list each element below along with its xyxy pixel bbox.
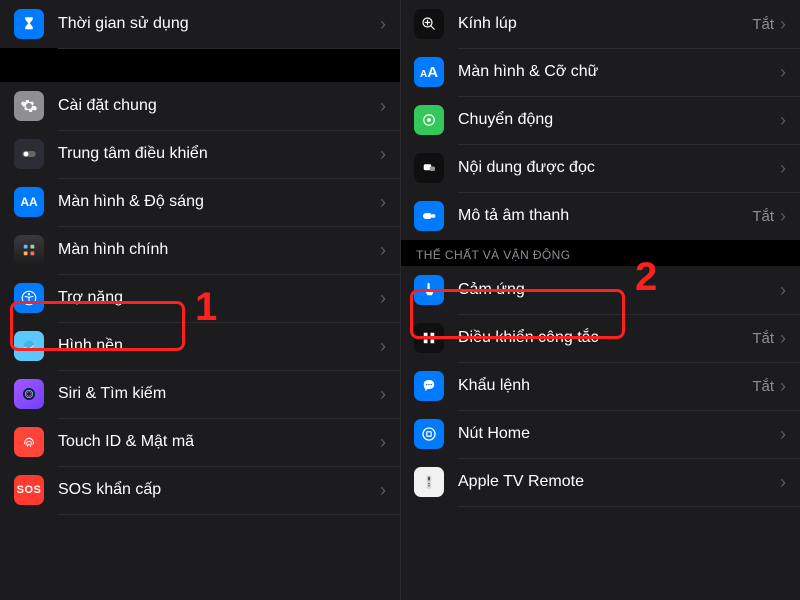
row-label: Cài đặt chung [58,97,380,115]
row-apple-tv-remote[interactable]: Apple TV Remote › [400,458,800,506]
chevron-right-icon: › [780,328,786,349]
row-motion[interactable]: Chuyển động › [400,96,800,144]
row-label: Siri & Tìm kiếm [58,385,380,403]
row-emergency-sos[interactable]: SOS SOS khẩn cấp › [0,466,400,514]
spoken-content-icon [414,153,444,183]
siri-icon [14,379,44,409]
row-home-button[interactable]: Nút Home › [400,410,800,458]
panel-divider [400,0,401,600]
row-audio-descriptions[interactable]: Mô tả âm thanh Tắt › [400,192,800,240]
fingerprint-icon [14,427,44,457]
row-label: Apple TV Remote [458,473,780,491]
row-siri-search[interactable]: Siri & Tìm kiếm › [0,370,400,418]
audio-description-icon [414,201,444,231]
text-size-icon: AA [414,57,444,87]
row-touchid-passcode[interactable]: Touch ID & Mật mã › [0,418,400,466]
display-icon: AA [14,187,44,217]
row-screen-time[interactable]: Thời gian sử dụng › [0,0,400,48]
chevron-right-icon: › [380,144,386,165]
chevron-right-icon: › [780,424,786,445]
chevron-right-icon: › [380,384,386,405]
row-label: SOS khẩn cấp [58,481,380,499]
row-control-center[interactable]: Trung tâm điều khiển › [0,130,400,178]
chevron-right-icon: › [780,158,786,179]
row-display-brightness[interactable]: AA Màn hình & Độ sáng › [0,178,400,226]
remote-icon [414,467,444,497]
hourglass-icon [14,9,44,39]
row-label: Mô tả âm thanh [458,207,752,225]
row-value: Tắt [752,378,774,395]
row-label: Thời gian sử dụng [58,15,380,33]
chevron-right-icon: › [780,376,786,397]
home-screen-icon [14,235,44,265]
row-accessibility[interactable]: Trợ năng › [0,274,400,322]
row-label: Hình nền [58,337,380,355]
row-value: Tắt [752,208,774,225]
chevron-right-icon: › [780,472,786,493]
row-switch-control[interactable]: Điều khiển công tắc Tắt › [400,314,800,362]
touch-icon [414,275,444,305]
row-label: Kính lúp [458,15,752,33]
chevron-right-icon: › [780,110,786,131]
switch-control-icon [414,323,444,353]
row-spoken-content[interactable]: Nội dung được đọc › [400,144,800,192]
chevron-right-icon: › [380,96,386,117]
row-label: Cảm ứng [458,281,780,299]
chevron-right-icon: › [380,480,386,501]
home-button-icon [414,419,444,449]
row-label: Khẩu lệnh [458,377,752,395]
row-label: Trợ năng [58,289,380,307]
row-wallpaper[interactable]: Hình nền › [0,322,400,370]
chevron-right-icon: › [780,62,786,83]
accessibility-icon [14,283,44,313]
chevron-right-icon: › [380,288,386,309]
chevron-right-icon: › [780,14,786,35]
toggle-icon [14,139,44,169]
motion-icon [414,105,444,135]
sos-icon: SOS [14,475,44,505]
row-magnifier[interactable]: Kính lúp Tắt › [400,0,800,48]
wallpaper-icon [14,331,44,361]
magnifier-plus-icon [414,9,444,39]
settings-main-panel: Thời gian sử dụng › Cài đặt chung › Trun… [0,0,400,600]
row-label: Nút Home [458,425,780,443]
row-label: Màn hình & Cỡ chữ [458,63,780,81]
row-label: Màn hình chính [58,241,380,259]
chevron-right-icon: › [780,206,786,227]
row-label: Màn hình & Độ sáng [58,193,380,211]
chevron-right-icon: › [780,280,786,301]
section-header-physical-motor: THỂ CHẤT VÀ VẬN ĐỘNG [400,240,800,266]
row-display-text-size[interactable]: AA Màn hình & Cỡ chữ › [400,48,800,96]
row-home-screen[interactable]: Màn hình chính › [0,226,400,274]
row-general[interactable]: Cài đặt chung › [0,82,400,130]
chevron-right-icon: › [380,14,386,35]
chevron-right-icon: › [380,336,386,357]
chevron-right-icon: › [380,240,386,261]
row-value: Tắt [752,330,774,347]
chevron-right-icon: › [380,192,386,213]
accessibility-detail-panel: Kính lúp Tắt › AA Màn hình & Cỡ chữ › Ch… [400,0,800,600]
chevron-right-icon: › [380,432,386,453]
row-touch[interactable]: Cảm ứng › [400,266,800,314]
row-label: Touch ID & Mật mã [58,433,380,451]
row-label: Điều khiển công tắc [458,329,752,347]
row-label: Nội dung được đọc [458,159,780,177]
row-voice-control[interactable]: Khẩu lệnh Tắt › [400,362,800,410]
section-gap [0,48,400,82]
voice-control-icon [414,371,444,401]
gear-icon [14,91,44,121]
row-label: Chuyển động [458,111,780,129]
row-label: Trung tâm điều khiển [58,145,380,163]
row-value: Tắt [752,16,774,33]
